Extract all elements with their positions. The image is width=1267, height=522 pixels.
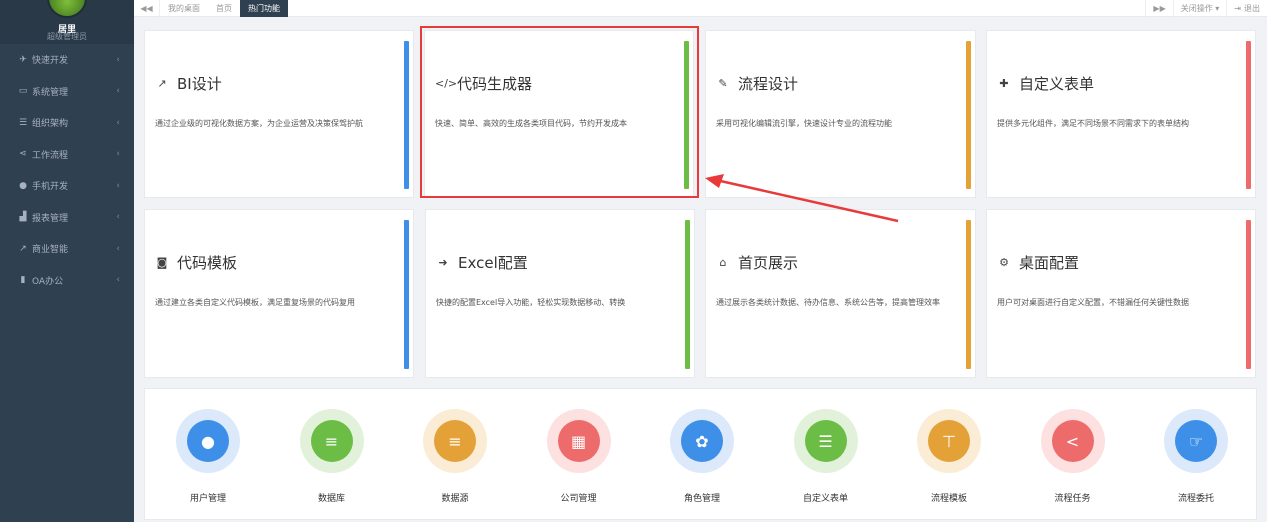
shortcut-label: 流程任务 bbox=[1054, 494, 1091, 504]
shortcut-label: 自定义表单 bbox=[802, 494, 848, 504]
share-alt-icon: < bbox=[1051, 420, 1094, 462]
shortcut-ring: < bbox=[1040, 409, 1105, 473]
shortcut-label: 角色管理 bbox=[683, 494, 720, 504]
shortcut-ring: ≡ bbox=[299, 409, 364, 473]
paw-icon: ✿ bbox=[681, 420, 723, 462]
shortcut-label: 用户管理 bbox=[189, 494, 226, 504]
shortcut-item[interactable]: < 流程任务 bbox=[1023, 409, 1123, 504]
shortcut-label: 流程委托 bbox=[1177, 494, 1214, 504]
shortcut-ring: ⊤ bbox=[917, 409, 981, 473]
shortcut-ring: ☰ bbox=[793, 409, 858, 473]
shortcut-item[interactable]: ☰ 自定义表单 bbox=[776, 409, 876, 504]
shortcut-item[interactable]: ⊤ 流程模板 bbox=[899, 409, 999, 504]
database-icon: ≡ bbox=[310, 420, 353, 462]
shortcut-item[interactable]: ▦ 公司管理 bbox=[529, 409, 629, 504]
shortcut-item[interactable]: ≡ 数据库 bbox=[282, 409, 382, 504]
building-icon: ▦ bbox=[557, 420, 600, 462]
shortcut-ring: ☞ bbox=[1164, 409, 1228, 473]
shortcut-label: 数据库 bbox=[317, 494, 345, 504]
shortcut-label: 公司管理 bbox=[560, 494, 597, 504]
datasource-icon: ≡ bbox=[434, 420, 476, 462]
shortcut-label: 流程模板 bbox=[930, 494, 967, 504]
shortcut-item[interactable]: ✿ 角色管理 bbox=[652, 409, 752, 504]
shortcut-item[interactable]: ≡ 数据源 bbox=[405, 409, 505, 504]
shortcut-ring: ≡ bbox=[423, 409, 487, 473]
shortcut-panel: ● 用户管理 ≡ 数据库 ≡ 数据源 ▦ 公司管理 ✿ 角色管理 ☰ 自定义表单 ⊤ 流程模板 < 流程任务 ☞… bbox=[144, 388, 1257, 520]
shortcut-ring: ● bbox=[176, 409, 240, 473]
user-icon: ● bbox=[187, 420, 229, 462]
list-icon: ☰ bbox=[804, 420, 847, 462]
sitemap-icon: ⊤ bbox=[928, 420, 970, 462]
shortcut-item[interactable]: ● 用户管理 bbox=[158, 409, 258, 504]
shortcut-ring: ✿ bbox=[670, 409, 734, 473]
shortcut-ring: ▦ bbox=[546, 409, 611, 473]
shortcut-item[interactable]: ☞ 流程委托 bbox=[1146, 409, 1246, 504]
handshake-icon: ☞ bbox=[1175, 420, 1217, 462]
shortcut-label: 数据源 bbox=[441, 494, 469, 504]
